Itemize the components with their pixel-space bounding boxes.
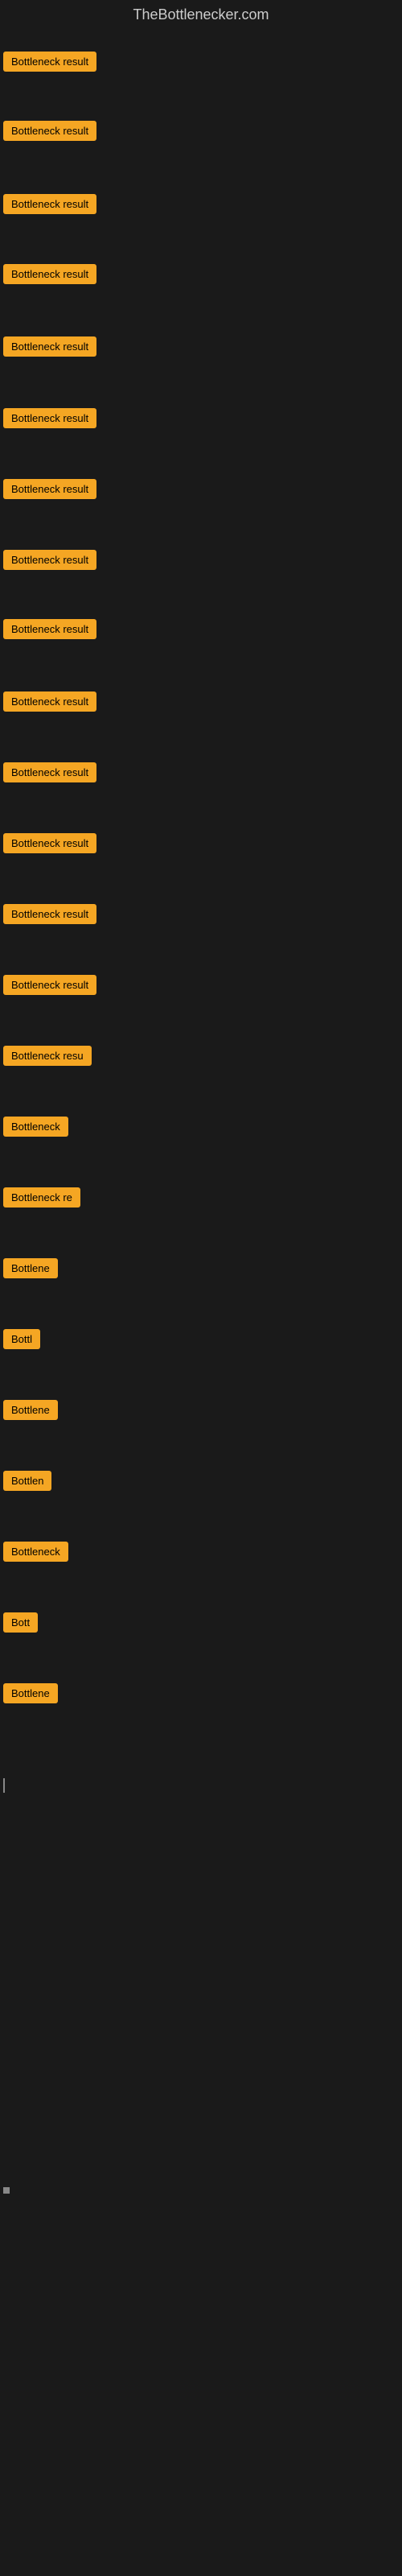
bottleneck-item-7: Bottleneck result xyxy=(3,479,96,503)
bottleneck-badge-8[interactable]: Bottleneck result xyxy=(3,550,96,570)
bottleneck-item-13: Bottleneck result xyxy=(3,904,96,928)
bottleneck-badge-21[interactable]: Bottlen xyxy=(3,1471,51,1491)
bottleneck-item-10: Bottleneck result xyxy=(3,691,96,716)
cursor-line xyxy=(3,1778,5,1793)
page-wrapper: TheBottlenecker.com Bottleneck result Bot… xyxy=(0,0,402,2576)
bottleneck-item-11: Bottleneck result xyxy=(3,762,96,786)
bottleneck-item-18: Bottlene xyxy=(3,1258,58,1282)
bottleneck-badge-9[interactable]: Bottleneck result xyxy=(3,619,96,639)
bottleneck-badge-18[interactable]: Bottlene xyxy=(3,1258,58,1278)
bottleneck-badge-4[interactable]: Bottleneck result xyxy=(3,264,96,284)
bottleneck-badge-24[interactable]: Bottlene xyxy=(3,1683,58,1703)
bottleneck-badge-16[interactable]: Bottleneck xyxy=(3,1117,68,1137)
bottleneck-item-23: Bott xyxy=(3,1612,38,1637)
bottleneck-item-21: Bottlen xyxy=(3,1471,51,1495)
bottleneck-badge-6[interactable]: Bottleneck result xyxy=(3,408,96,428)
bottleneck-badge-5[interactable]: Bottleneck result xyxy=(3,336,96,357)
bottleneck-badge-12[interactable]: Bottleneck result xyxy=(3,833,96,853)
bottleneck-badge-10[interactable]: Bottleneck result xyxy=(3,691,96,712)
bottleneck-item-9: Bottleneck result xyxy=(3,619,96,643)
bottleneck-item-19: Bottl xyxy=(3,1329,40,1353)
bottleneck-item-22: Bottleneck xyxy=(3,1542,68,1566)
bottleneck-badge-20[interactable]: Bottlene xyxy=(3,1400,58,1420)
bottleneck-badge-1[interactable]: Bottleneck result xyxy=(3,52,96,72)
bottleneck-item-5: Bottleneck result xyxy=(3,336,96,361)
bottleneck-item-20: Bottlene xyxy=(3,1400,58,1424)
bottleneck-badge-3[interactable]: Bottleneck result xyxy=(3,194,96,214)
bottleneck-item-1: Bottleneck result xyxy=(3,52,96,76)
bottleneck-badge-17[interactable]: Bottleneck re xyxy=(3,1187,80,1208)
bottleneck-badge-2[interactable]: Bottleneck result xyxy=(3,121,96,141)
bottleneck-badge-13[interactable]: Bottleneck result xyxy=(3,904,96,924)
bottleneck-badge-14[interactable]: Bottleneck result xyxy=(3,975,96,995)
bottleneck-item-24: Bottlene xyxy=(3,1683,58,1707)
bottleneck-item-8: Bottleneck result xyxy=(3,550,96,574)
bottleneck-item-4: Bottleneck result xyxy=(3,264,96,288)
bottleneck-badge-7[interactable]: Bottleneck result xyxy=(3,479,96,499)
bottleneck-badge-19[interactable]: Bottl xyxy=(3,1329,40,1349)
bottleneck-item-12: Bottleneck result xyxy=(3,833,96,857)
bottleneck-badge-15[interactable]: Bottleneck resu xyxy=(3,1046,92,1066)
bottleneck-item-16: Bottleneck xyxy=(3,1117,68,1141)
bottleneck-item-14: Bottleneck result xyxy=(3,975,96,999)
bottleneck-badge-23[interactable]: Bott xyxy=(3,1612,38,1633)
bottleneck-item-17: Bottleneck re xyxy=(3,1187,80,1212)
small-indicator xyxy=(3,2187,10,2194)
bottleneck-badge-11[interactable]: Bottleneck result xyxy=(3,762,96,782)
bottleneck-item-2: Bottleneck result xyxy=(3,121,96,145)
bottleneck-item-3: Bottleneck result xyxy=(3,194,96,218)
bottleneck-item-15: Bottleneck resu xyxy=(3,1046,92,1070)
site-title: TheBottlenecker.com xyxy=(0,0,402,30)
bottleneck-item-6: Bottleneck result xyxy=(3,408,96,432)
bottleneck-badge-22[interactable]: Bottleneck xyxy=(3,1542,68,1562)
